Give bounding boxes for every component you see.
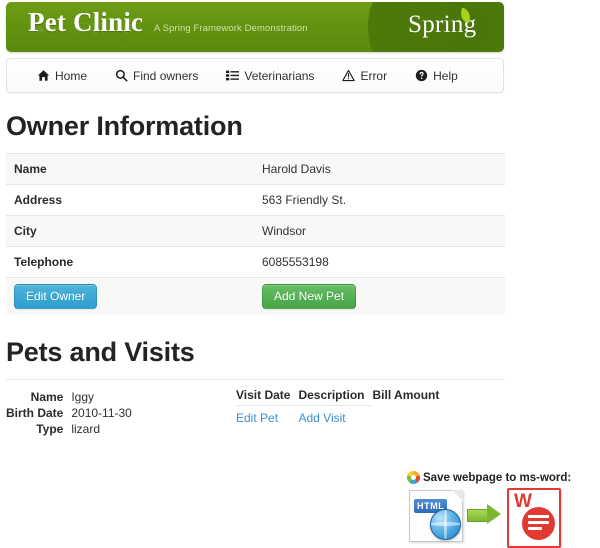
owner-information-table: Name Harold Davis Address 563 Friendly S… [6,153,505,315]
home-icon [37,69,50,82]
add-visit-cell: Add Visit [298,405,372,425]
visits-col-bill-amount: Bill Amount [372,387,440,402]
visits-table: Visit Date Description Bill Amount Edit … [236,387,447,425]
save-to-msword-graphic[interactable]: HTML W [407,488,593,548]
word-letter: W [514,491,532,512]
pet-type-value: lizard [71,421,101,436]
word-document-icon: W [507,488,561,548]
question-circle-icon [415,69,428,82]
visits-header-row: Visit Date Description Bill Amount [236,387,447,406]
search-icon [115,69,128,82]
row-label: City [6,215,254,247]
brand-title: Pet Clinic [28,7,144,37]
owner-information-title: Owner Information [6,111,243,141]
save-to-msword-widget[interactable]: Save webpage to ms-word: HTML W [407,471,593,548]
table-row: Name Harold Davis [6,153,505,185]
brand-tagline: A Spring Framework Demonstration [154,23,308,34]
table-row: Address 563 Friendly St. [6,184,505,216]
main-navigation: Home Find owners Veterinarians Error Hel [6,58,504,93]
nav-item-help[interactable]: Help [401,59,472,92]
table-row: Telephone 6085553198 [6,246,505,278]
save-to-msword-caption: Save webpage to ms-word: [423,471,572,484]
arrow-shaft [467,509,489,522]
html-document-icon: HTML [409,490,463,542]
nav-item-veterinarians[interactable]: Veterinarians [212,59,328,92]
pets-and-visits-title: Pets and Visits [6,336,195,367]
arrow-head [487,504,501,524]
globe-icon [430,509,461,540]
nav-label: Veterinarians [244,68,315,83]
nav-item-find-owners[interactable]: Find owners [101,59,212,92]
word-line [528,527,542,530]
site-header-banner: Pet Clinic Pet Clinic A Spring Framework… [6,2,504,52]
row-value: Harold Davis [254,153,505,185]
add-new-pet-cell: Add New Pet [254,277,505,315]
row-value: 563 Friendly St. [254,184,505,216]
arrow-right-icon [467,504,501,524]
visits-col-description: Description [298,387,373,406]
edit-pet-cell: Edit Pet [236,405,298,425]
pet-row: Name Iggy Birth Date 2010-11-30 Type liz… [6,379,505,437]
nav-item-error[interactable]: Error [328,59,401,92]
edit-owner-button[interactable]: Edit Owner [14,283,98,309]
warning-triangle-icon [342,69,356,82]
row-value: 6085553198 [254,246,505,278]
row-label: Address [6,184,254,216]
spring-logo-panel: Spring [368,2,504,52]
pet-birth-date-label: Birth Date [6,405,64,420]
edit-owner-cell: Edit Owner [6,277,254,315]
pet-details-cell: Name Iggy Birth Date 2010-11-30 Type liz… [6,379,236,437]
pets-and-visits-table: Name Iggy Birth Date 2010-11-30 Type liz… [6,378,505,437]
word-circle-badge [522,507,555,540]
save-to-msword-caption-row: Save webpage to ms-word: [407,471,593,484]
add-visit-link[interactable]: Add Visit [298,411,345,425]
pet-name-value: Iggy [71,389,95,404]
nav-label: Find owners [133,68,199,83]
visits-col-visit-date: Visit Date [236,387,299,406]
pet-name-row: Name Iggy [6,389,132,405]
row-label: Telephone [6,246,254,278]
list-icon [226,69,240,82]
page-container: Pet Clinic Pet Clinic A Spring Framework… [0,2,510,437]
add-new-pet-button[interactable]: Add New Pet [262,283,357,309]
pet-name-label: Name [30,389,64,404]
pet-type-row: Type lizard [6,421,132,437]
row-label: Name [6,153,254,185]
swirl-icon [407,471,420,484]
word-line [528,515,549,518]
pet-detail-list: Name Iggy Birth Date 2010-11-30 Type liz… [6,389,132,437]
row-value: Windsor [254,215,505,247]
pet-visits-cell: Visit Date Description Bill Amount Edit … [236,379,505,437]
nav-label: Home [55,68,88,83]
bill-amount-cell [372,405,447,425]
table-row: City Windsor [6,215,505,247]
nav-label: Help [433,68,458,83]
pet-birth-date-row: Birth Date 2010-11-30 [6,405,132,421]
visits-action-row: Edit Pet Add Visit [236,405,447,425]
owner-actions-row: Edit Owner Add New Pet [6,277,505,315]
pet-type-label: Type [36,421,64,436]
nav-label: Error [360,68,388,83]
pet-birth-date-value: 2010-11-30 [71,405,132,420]
word-line [528,521,549,524]
nav-item-home[interactable]: Home [7,59,101,92]
edit-pet-link[interactable]: Edit Pet [236,411,278,425]
